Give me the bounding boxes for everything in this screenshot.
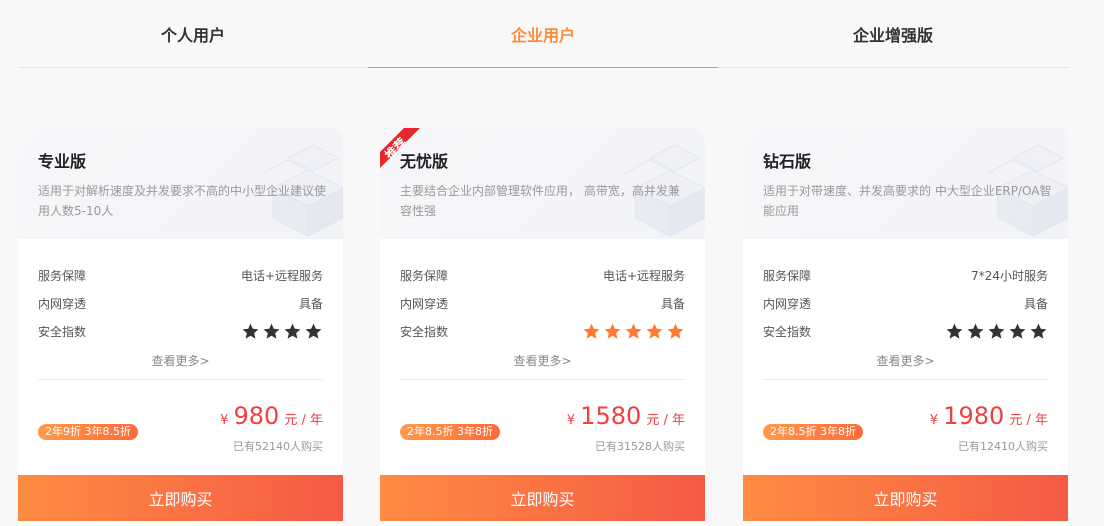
- price-unit: 元 / 年: [1009, 413, 1048, 428]
- star-icon: [667, 323, 684, 339]
- feature-label: 安全指数: [38, 324, 87, 339]
- view-more-link[interactable]: 查看更多>: [400, 351, 685, 371]
- price-area: 2年8.5折 3年8折 ¥ 1580 元 / 年 已有31528人购买: [380, 380, 705, 472]
- currency-symbol: ¥: [929, 413, 939, 428]
- feature-row-security: 安全指数: [400, 317, 685, 345]
- star-icon: [1009, 323, 1026, 339]
- feature-row-intranet: 内网穿透 具备: [400, 289, 685, 317]
- star-icon: [305, 323, 322, 339]
- feature-list: 服务保障 7*24小时服务 内网穿透 具备 安全指数 查看更多>: [743, 239, 1068, 371]
- discount-badge: 2年9折 3年8.5折: [38, 424, 138, 440]
- star-icon: [242, 323, 259, 339]
- plan-title: 钻石版: [763, 152, 812, 171]
- star-icon: [625, 323, 642, 339]
- feature-row-intranet: 内网穿透 具备: [763, 289, 1048, 317]
- buy-button[interactable]: 立即购买: [380, 475, 705, 521]
- feature-label: 服务保障: [763, 268, 812, 283]
- star-icon: [1030, 323, 1047, 339]
- plan-card-professional: 专业版 适用于对解析速度及并发要求不高的中小型企业建议使用人数5-10人 服务保…: [18, 128, 343, 526]
- sold-count: 已有52140人购买: [233, 440, 323, 453]
- star-icon: [583, 323, 600, 339]
- feature-label: 安全指数: [400, 324, 449, 339]
- feature-value: 具备: [660, 296, 685, 311]
- card-header: 专业版 适用于对解析速度及并发要求不高的中小型企业建议使用人数5-10人: [18, 128, 343, 239]
- card-header: 推荐 无忧版 主要结合企业内部管理软件应用， 高带宽，高并发兼容性强: [380, 128, 705, 239]
- view-more-link[interactable]: 查看更多>: [763, 351, 1048, 371]
- feature-row-security: 安全指数: [763, 317, 1048, 345]
- star-icon: [988, 323, 1005, 339]
- tab-enterprise[interactable]: 企业用户: [368, 0, 718, 68]
- star-icon: [284, 323, 301, 339]
- discount-badge: 2年8.5折 3年8折: [400, 424, 500, 440]
- plan-description: 主要结合企业内部管理软件应用， 高带宽，高并发兼容性强: [400, 184, 680, 218]
- card-header: 钻石版 适用于对带速度、并发高要求的 中大型企业ERP/OA智能应用: [743, 128, 1068, 239]
- feature-value: 7*24小时服务: [971, 268, 1048, 283]
- security-rating: [945, 322, 1048, 341]
- buy-button[interactable]: 立即购买: [743, 475, 1068, 521]
- star-icon: [946, 323, 963, 339]
- feature-label: 内网穿透: [763, 296, 812, 311]
- plan-title: 无忧版: [400, 152, 449, 171]
- price: ¥ 1980 元 / 年: [930, 402, 1048, 430]
- feature-label: 内网穿透: [38, 296, 87, 311]
- currency-symbol: ¥: [566, 413, 576, 428]
- feature-list: 服务保障 电话+远程服务 内网穿透 具备 安全指数 查看更多>: [380, 239, 705, 371]
- feature-row-service: 服务保障 电话+远程服务: [400, 261, 685, 289]
- price-value: 1980: [943, 402, 1005, 430]
- feature-value: 具备: [1023, 296, 1048, 311]
- plan-description: 适用于对解析速度及并发要求不高的中小型企业建议使用人数5-10人: [38, 184, 327, 218]
- price: ¥ 1580 元 / 年: [567, 402, 685, 430]
- plan-card-worry-free: 推荐 无忧版 主要结合企业内部管理软件应用， 高带宽，高并发兼容性强 服务保障 …: [380, 128, 705, 526]
- plan-title: 专业版: [38, 152, 87, 171]
- price-value: 1580: [580, 402, 642, 430]
- feature-value: 具备: [298, 296, 323, 311]
- feature-row-service: 服务保障 电话+远程服务: [38, 261, 323, 289]
- price-area: 2年8.5折 3年8折 ¥ 1980 元 / 年 已有12410人购买: [743, 380, 1068, 472]
- price-unit: 元 / 年: [284, 413, 323, 428]
- price-value: 980: [233, 402, 280, 430]
- star-icon: [967, 323, 984, 339]
- security-rating: [241, 322, 323, 341]
- feature-row-intranet: 内网穿透 具备: [38, 289, 323, 317]
- feature-value: 电话+远程服务: [240, 268, 323, 283]
- feature-list: 服务保障 电话+远程服务 内网穿透 具备 安全指数 查看更多>: [18, 239, 343, 371]
- tab-enterprise-plus[interactable]: 企业增强版: [718, 0, 1068, 67]
- star-icon: [263, 323, 280, 339]
- view-more-link[interactable]: 查看更多>: [38, 351, 323, 371]
- sold-count: 已有12410人购买: [958, 440, 1048, 453]
- plan-description: 适用于对带速度、并发高要求的 中大型企业ERP/OA智能应用: [763, 184, 1052, 218]
- tab-personal[interactable]: 个人用户: [18, 0, 368, 67]
- price-area: 2年9折 3年8.5折 ¥ 980 元 / 年 已有52140人购买: [18, 380, 343, 472]
- buy-button[interactable]: 立即购买: [18, 475, 343, 521]
- star-icon: [646, 323, 663, 339]
- plan-tabs: 个人用户 企业用户 企业增强版: [18, 0, 1068, 68]
- feature-row-security: 安全指数: [38, 317, 323, 345]
- feature-label: 安全指数: [763, 324, 812, 339]
- feature-row-service: 服务保障 7*24小时服务: [763, 261, 1048, 289]
- feature-label: 服务保障: [38, 268, 87, 283]
- feature-label: 内网穿透: [400, 296, 449, 311]
- sold-count: 已有31528人购买: [595, 440, 685, 453]
- plan-card-diamond: 钻石版 适用于对带速度、并发高要求的 中大型企业ERP/OA智能应用 服务保障 …: [743, 128, 1068, 526]
- price-unit: 元 / 年: [646, 413, 685, 428]
- security-rating: [582, 322, 685, 341]
- price: ¥ 980 元 / 年: [220, 402, 323, 430]
- feature-value: 电话+远程服务: [602, 268, 685, 283]
- currency-symbol: ¥: [220, 413, 229, 428]
- star-icon: [604, 323, 621, 339]
- discount-badge: 2年8.5折 3年8折: [763, 424, 863, 440]
- feature-label: 服务保障: [400, 268, 449, 283]
